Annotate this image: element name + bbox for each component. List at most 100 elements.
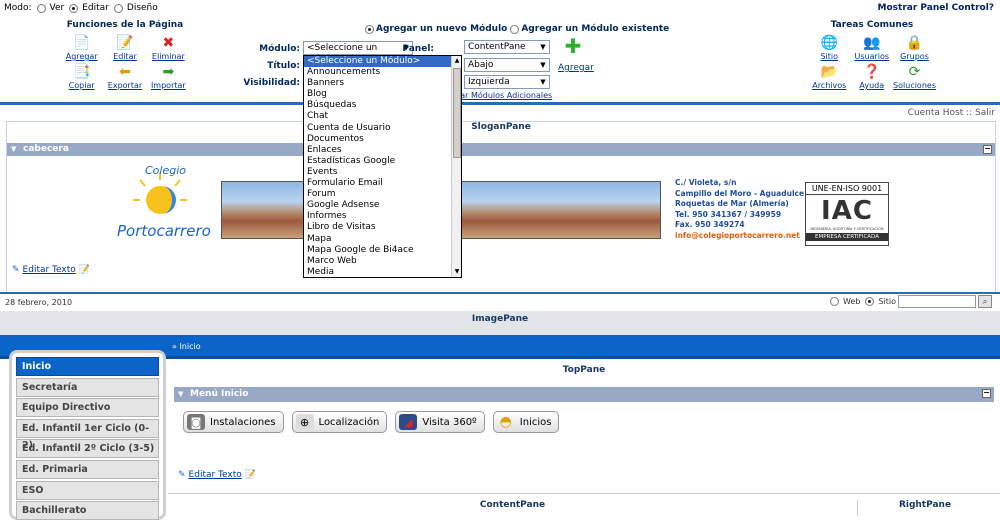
current-date: 28 febrero, 2010 bbox=[5, 298, 73, 307]
mode-design-label[interactable]: Diseño bbox=[127, 3, 158, 13]
instalaciones-button[interactable]: ◙ Instalaciones bbox=[183, 411, 284, 433]
import-page-button[interactable]: ➡ Importar bbox=[147, 62, 190, 91]
add-new-module-label[interactable]: Agregar un nuevo Módulo bbox=[376, 24, 507, 34]
add-new-module-radio[interactable] bbox=[365, 24, 374, 34]
edit-note-icon[interactable]: 📝 bbox=[245, 470, 256, 480]
host-bar: Cuenta Host :: Salir bbox=[0, 108, 1000, 119]
files-button[interactable]: 📂 Archivos bbox=[808, 62, 851, 91]
show-panel-toggle[interactable]: Mostrar Panel Control? bbox=[878, 3, 994, 13]
solutions-button[interactable]: ⟳ Soluciones bbox=[893, 62, 936, 91]
module-option[interactable]: Marco Web bbox=[304, 256, 461, 267]
module-option[interactable]: Forum bbox=[304, 189, 461, 200]
date-search-bar: 28 febrero, 2010 Web Sitio ⌕ bbox=[0, 292, 1000, 309]
minimize-icon[interactable]: − bbox=[982, 389, 991, 398]
mode-edit-radio[interactable] bbox=[69, 3, 79, 13]
copy-page-icon: 📑 bbox=[72, 63, 91, 80]
inicios-button[interactable]: ◓ Inicios bbox=[492, 411, 560, 433]
copy-page-button[interactable]: 📑 Copiar bbox=[60, 62, 103, 91]
dropdown-scrollbar[interactable]: ▲ ▼ bbox=[451, 56, 461, 277]
add-page-button[interactable]: 📄 Agregar bbox=[60, 33, 103, 62]
search-site-label[interactable]: Sitio bbox=[878, 297, 896, 306]
align-select[interactable]: Izquierda ▼ bbox=[464, 75, 550, 89]
module-option[interactable]: Formulario Email bbox=[304, 178, 461, 189]
nav-item-primaria[interactable]: Ed. Primaria bbox=[16, 459, 159, 479]
nav-item-secretaria[interactable]: Secretaría bbox=[16, 377, 159, 397]
image-pane: ImagePane bbox=[0, 311, 1000, 335]
nav-item-infantil-2[interactable]: Ed. Infantil 2º Ciclo (3-5) bbox=[16, 439, 159, 459]
menu-inicio-buttons: ◙ Instalaciones ⊕ Localización ◢ Visita 360… bbox=[183, 411, 560, 433]
module-option[interactable]: Media bbox=[304, 267, 461, 277]
school-address: C./ Violeta, s/n Campillo del Moro - Agu… bbox=[675, 178, 805, 242]
search-site-radio[interactable] bbox=[865, 297, 875, 306]
mode-view-radio[interactable] bbox=[36, 3, 46, 13]
module-option[interactable]: <Seleccione un Módulo> bbox=[304, 56, 461, 68]
edit-note-icon[interactable]: 📝 bbox=[79, 265, 90, 275]
nav-item-inicio[interactable]: Inicio bbox=[16, 357, 159, 376]
module-option[interactable]: Blog bbox=[304, 89, 461, 100]
users-button[interactable]: 👥 Usuarios bbox=[851, 33, 894, 62]
module-option[interactable]: Mapa Google de Bi4ace bbox=[304, 245, 461, 256]
mode-selector: Modo: Ver Editar Diseño bbox=[4, 3, 158, 13]
nav-item-bachillerato[interactable]: Bachillerato bbox=[16, 501, 159, 520]
module-option[interactable]: Informes bbox=[304, 211, 461, 222]
localizacion-button[interactable]: ⊕ Localización bbox=[291, 411, 388, 433]
module-option[interactable]: Estadísticas Google bbox=[304, 156, 461, 167]
help-button[interactable]: ❓ Ayuda bbox=[851, 62, 894, 91]
school-email[interactable]: info@colegioportocarrero.net bbox=[675, 231, 804, 242]
globe-icon: 🌐 bbox=[820, 34, 838, 51]
module-option[interactable]: Enlaces bbox=[304, 145, 461, 156]
module-option[interactable]: Chat bbox=[304, 111, 461, 122]
collapse-triangle-icon[interactable]: ▼ bbox=[11, 143, 16, 156]
mode-edit-label[interactable]: Editar bbox=[82, 3, 109, 13]
module-option[interactable]: Cuenta de Usuario bbox=[304, 123, 461, 134]
host-links[interactable]: Cuenta Host :: Salir bbox=[908, 108, 995, 118]
scroll-down-icon[interactable]: ▼ bbox=[452, 267, 461, 277]
module-option[interactable]: Búsquedas bbox=[304, 100, 461, 111]
install-modules-link[interactable]: lar Módulos Adicionales bbox=[458, 91, 552, 100]
chevron-down-icon: ▼ bbox=[540, 61, 546, 69]
module-option[interactable]: Mapa bbox=[304, 234, 461, 245]
camera-icon: ◙ bbox=[187, 414, 205, 430]
import-page-icon: ➡ bbox=[162, 63, 175, 80]
module-option[interactable]: Announcements bbox=[304, 67, 461, 78]
visita-360-button[interactable]: ◢ Visita 360º bbox=[395, 411, 485, 433]
collapse-triangle-icon[interactable]: ▼ bbox=[178, 387, 183, 402]
mode-design-radio[interactable] bbox=[113, 3, 123, 13]
breadcrumb[interactable]: » Inicio bbox=[172, 342, 201, 351]
add-existing-module-radio[interactable] bbox=[510, 24, 520, 34]
edit-text-cabecera[interactable]: ✎ Editar Texto 📝 bbox=[12, 265, 90, 275]
minimize-icon[interactable]: − bbox=[983, 145, 992, 154]
module-option[interactable]: Documentos bbox=[304, 134, 461, 145]
nav-item-infantil-1[interactable]: Ed. Infantil 1er Ciclo (0-2) bbox=[16, 418, 159, 451]
module-option[interactable]: Google Adsense bbox=[304, 200, 461, 211]
add-module-plus-icon[interactable]: ✚ bbox=[564, 36, 582, 56]
pane-select[interactable]: ContentPane ▼ bbox=[464, 40, 550, 54]
add-module-link[interactable]: Agregar bbox=[558, 63, 594, 73]
nav-item-eso[interactable]: ESO bbox=[16, 480, 159, 500]
edit-page-button[interactable]: 📝 Editar bbox=[103, 33, 146, 62]
search-web-radio[interactable] bbox=[829, 297, 839, 306]
mode-view-label[interactable]: Ver bbox=[50, 3, 65, 13]
position-select[interactable]: Abajo ▼ bbox=[464, 58, 550, 72]
export-page-button[interactable]: ⬅ Exportar bbox=[103, 62, 146, 91]
scroll-thumb[interactable] bbox=[453, 68, 461, 158]
add-existing-module-label[interactable]: Agregar un Módulo existente bbox=[521, 24, 669, 34]
content-pane-title: ContentPane bbox=[168, 500, 858, 516]
lock-icon: 🔒 bbox=[905, 34, 924, 51]
edit-text-menu-inicio[interactable]: ✎ Editar Texto 📝 bbox=[178, 470, 256, 480]
site-button[interactable]: 🌐 Sitio bbox=[808, 33, 851, 62]
search-input[interactable] bbox=[898, 295, 976, 308]
module-option[interactable]: Libro de Visitas bbox=[304, 222, 461, 233]
module-option[interactable]: Banners bbox=[304, 78, 461, 89]
search-area: Web Sitio ⌕ bbox=[827, 295, 992, 308]
search-icon[interactable]: ⌕ bbox=[978, 295, 992, 308]
bottom-panes: ContentPane RightPane bbox=[168, 493, 1000, 516]
delete-page-button[interactable]: ✖ Eliminar bbox=[147, 33, 190, 62]
nav-item-equipo-directivo[interactable]: Equipo Directivo bbox=[16, 398, 159, 418]
groups-button[interactable]: 🔒 Grupos bbox=[893, 33, 936, 62]
module-option[interactable]: Events bbox=[304, 167, 461, 178]
search-web-label[interactable]: Web bbox=[843, 297, 860, 306]
top-pane-title: TopPane bbox=[562, 365, 606, 375]
scroll-up-icon[interactable]: ▲ bbox=[452, 56, 461, 66]
module-dropdown-list[interactable]: <Seleccione un Módulo> Announcements Banne… bbox=[303, 55, 462, 278]
